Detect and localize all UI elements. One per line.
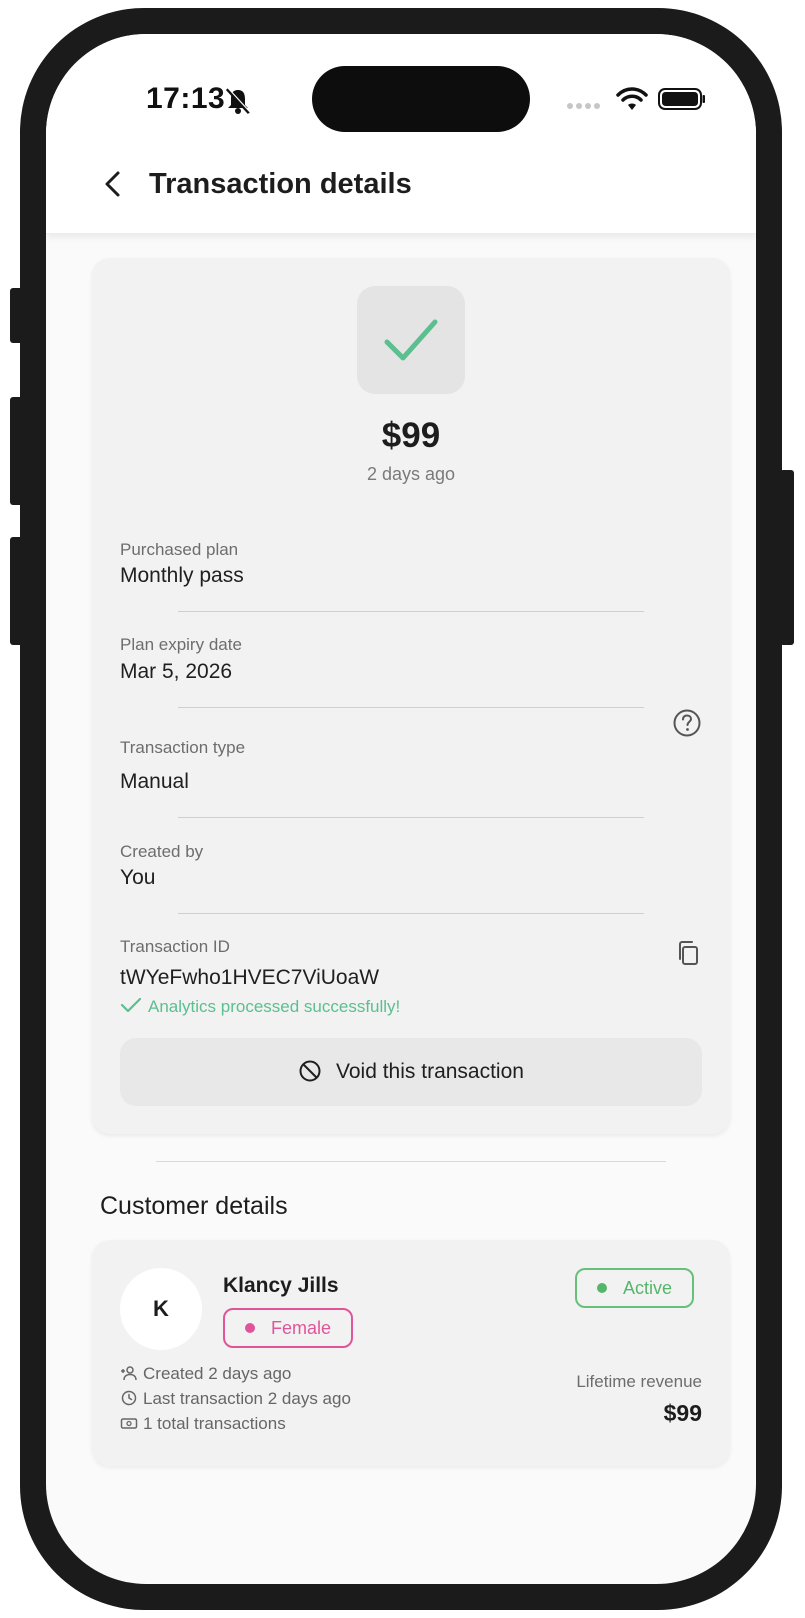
back-chevron-icon[interactable] <box>96 166 132 202</box>
analytics-message: Analytics processed successfully! <box>148 997 401 1016</box>
customer-section-title: Customer details <box>100 1192 288 1220</box>
ban-icon <box>299 1060 321 1082</box>
void-transaction-button[interactable]: Void this transaction <box>120 1038 702 1106</box>
check-icon <box>120 997 142 1013</box>
battery-icon <box>658 88 705 110</box>
created-text: Created 2 days ago <box>143 1364 292 1383</box>
created-row: Created 2 days ago <box>120 1364 291 1384</box>
last-transaction-text: Last transaction 2 days ago <box>143 1389 351 1408</box>
status-badge: Active <box>575 1268 695 1308</box>
gender-dot <box>245 1323 255 1333</box>
divider <box>178 817 644 818</box>
help-icon[interactable] <box>672 708 702 738</box>
divider <box>178 707 644 708</box>
purchased-plan-value: Monthly pass <box>120 564 244 587</box>
avatar: K <box>120 1268 202 1350</box>
created-by-label: Created by <box>120 842 204 861</box>
transaction-card: $99 2 days ago Purchased plan Monthly pa… <box>92 258 730 1134</box>
transaction-amount: $99 <box>381 416 441 455</box>
transaction-id-label: Transaction ID <box>120 937 230 956</box>
copy-icon[interactable] <box>676 940 700 966</box>
signal-icon <box>567 103 600 109</box>
customer-card[interactable]: K Klancy Jills Female Active Created 2 d… <box>92 1240 730 1466</box>
lifetime-revenue-value: $99 <box>663 1400 702 1426</box>
divider <box>178 913 644 914</box>
screen: 17:13 Transaction details $99 2 days ago… <box>46 34 756 1584</box>
success-badge <box>357 286 465 394</box>
phone-frame: 17:13 Transaction details $99 2 days ago… <box>20 8 782 1610</box>
cash-icon <box>120 1418 138 1429</box>
created-by-value: You <box>120 866 156 889</box>
analytics-status: Analytics processed successfully! <box>120 996 400 1017</box>
status-time: 17:13 <box>146 82 226 115</box>
status-label: Active <box>623 1278 673 1298</box>
transaction-id-value: tWYeFwho1HVEC7ViUoaW <box>120 966 380 989</box>
wifi-icon <box>616 87 648 110</box>
clock-icon <box>121 1390 137 1406</box>
expiry-value: Mar 5, 2026 <box>120 660 233 683</box>
app-header: Transaction details <box>46 144 756 234</box>
status-dot <box>597 1283 607 1293</box>
power-button <box>780 470 794 645</box>
purchased-plan-label: Purchased plan <box>120 540 239 559</box>
user-add-icon <box>121 1366 137 1381</box>
gender-badge: Female <box>223 1308 354 1348</box>
bell-slash-icon <box>225 87 251 115</box>
check-icon <box>384 319 438 361</box>
last-transaction-row: Last transaction 2 days ago <box>120 1389 351 1409</box>
gender-label: Female <box>271 1318 332 1338</box>
transaction-time: 2 days ago <box>366 464 456 484</box>
void-label: Void this transaction <box>336 1060 524 1083</box>
divider <box>178 611 644 612</box>
transaction-type-label: Transaction type <box>120 738 246 757</box>
customer-name: Klancy Jills <box>223 1274 339 1297</box>
dynamic-island <box>312 66 530 132</box>
transaction-type-value: Manual <box>120 770 189 793</box>
expiry-label: Plan expiry date <box>120 635 242 654</box>
section-divider <box>156 1161 666 1162</box>
lifetime-revenue-label: Lifetime revenue <box>576 1372 702 1391</box>
total-transactions-text: 1 total transactions <box>143 1414 286 1433</box>
total-transactions-row: 1 total transactions <box>120 1414 286 1434</box>
page-title: Transaction details <box>149 168 412 200</box>
